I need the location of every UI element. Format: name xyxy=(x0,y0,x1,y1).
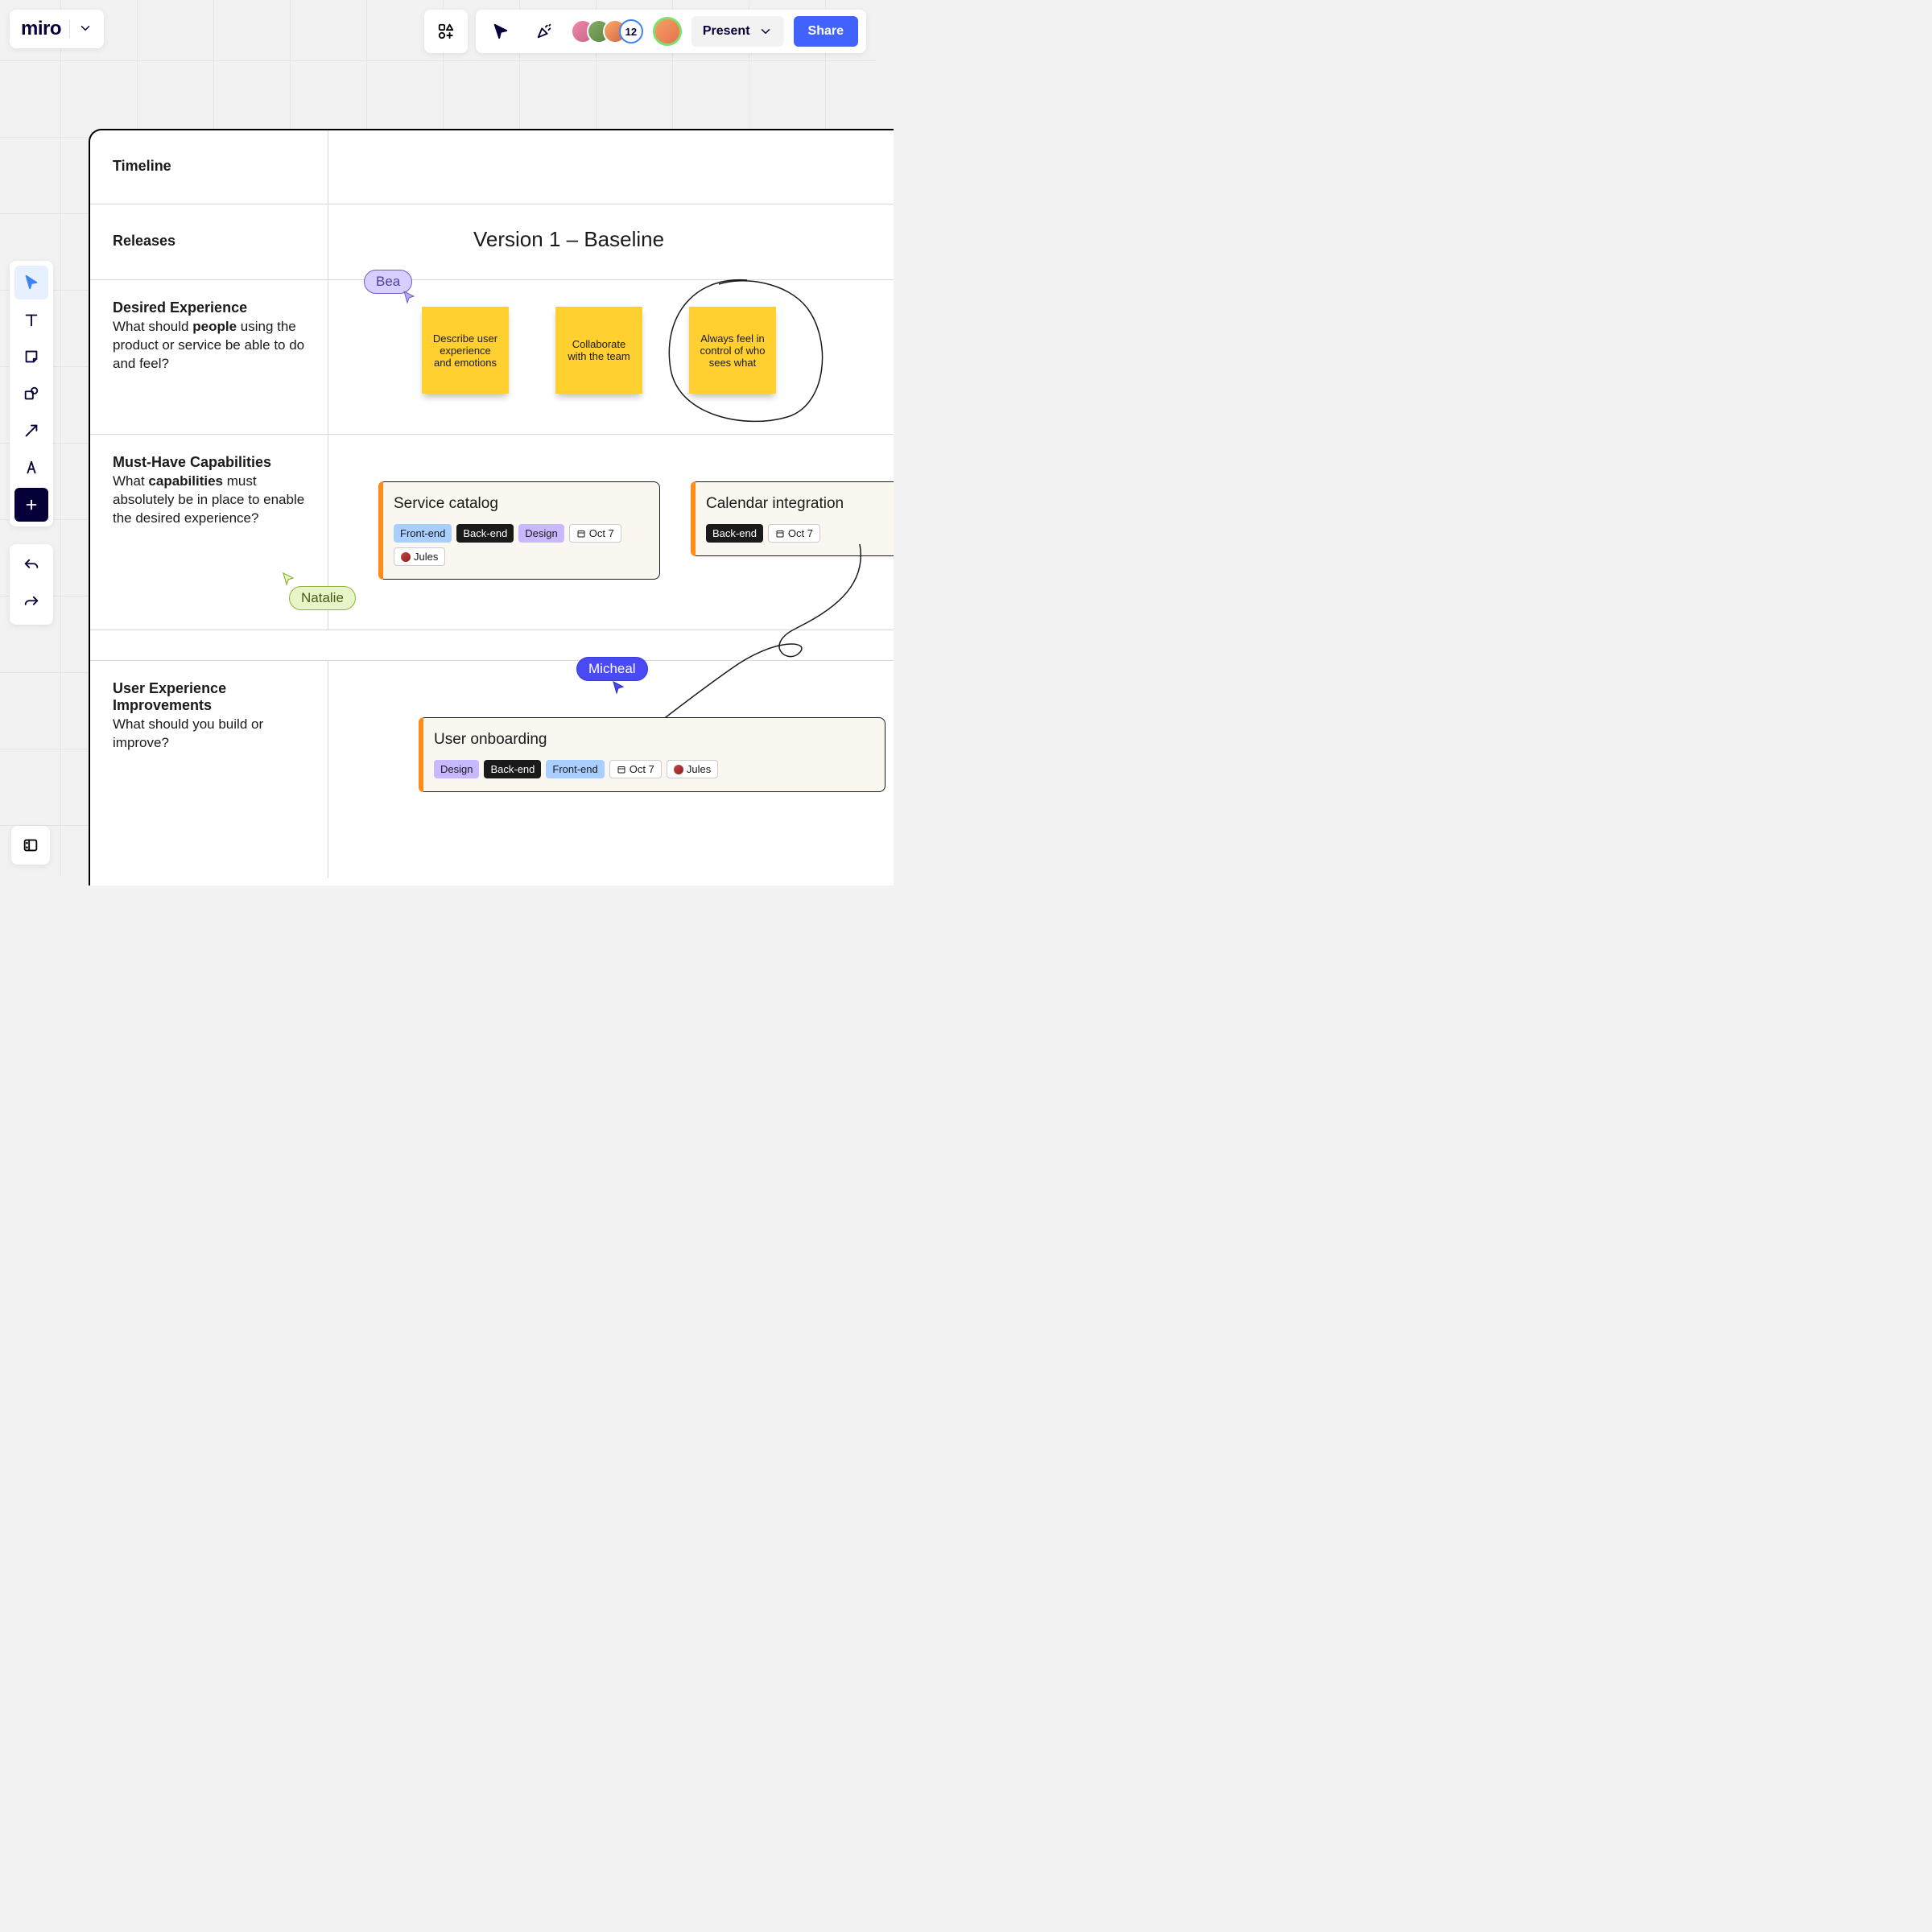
pen-icon xyxy=(23,459,40,477)
arrow-tool[interactable] xyxy=(14,414,48,448)
select-tool[interactable] xyxy=(14,266,48,299)
card-date: Oct 7 xyxy=(768,524,820,543)
brand-logo: miro xyxy=(21,18,61,40)
avatar-dot xyxy=(401,552,411,562)
collab-cluster: 12 Present Share xyxy=(476,10,866,53)
plus-icon xyxy=(23,496,40,514)
row-spacer xyxy=(90,630,894,661)
tag-frontend: Front-end xyxy=(394,524,452,543)
shapes-plus-icon xyxy=(437,23,455,40)
sticky-note[interactable]: Describe user experience and emotions xyxy=(422,307,509,394)
card-title: User onboarding xyxy=(434,731,870,749)
board-frame[interactable]: Timeline Releases Version 1 – Baseline D… xyxy=(89,129,894,886)
row-desc: What should you build or improve? xyxy=(113,716,305,753)
sticky-icon xyxy=(23,348,40,365)
text-icon xyxy=(23,311,40,328)
add-tool[interactable] xyxy=(14,488,48,522)
card-tags: Back-end Oct 7 xyxy=(706,524,894,543)
pointer-icon xyxy=(23,274,40,291)
divider xyxy=(69,20,70,38)
confetti-icon xyxy=(535,23,553,40)
tag-design: Design xyxy=(434,760,479,778)
row-ux: User Experience Improvements What should… xyxy=(90,661,894,878)
card-service-catalog[interactable]: Service catalog Front-end Back-end Desig… xyxy=(378,481,660,580)
card-tags: Front-end Back-end Design Oct 7 Jules xyxy=(394,524,645,566)
row-desc: What capabilities must absolutely be in … xyxy=(113,473,305,528)
undo-icon xyxy=(23,557,40,575)
calendar-icon xyxy=(617,765,626,774)
participant-avatars[interactable]: 12 xyxy=(571,19,643,43)
tag-design: Design xyxy=(518,524,564,543)
frames-icon xyxy=(22,836,39,854)
user-cursor-micheal: Micheal xyxy=(576,657,648,681)
shape-icon xyxy=(23,385,40,402)
arrow-icon xyxy=(23,422,40,440)
calendar-icon xyxy=(775,529,785,539)
pen-tool[interactable] xyxy=(14,451,48,485)
participant-count: 12 xyxy=(619,19,643,43)
cursor-icon xyxy=(492,23,510,40)
release-title: Version 1 – Baseline xyxy=(473,227,664,252)
chevron-down-icon xyxy=(78,21,93,38)
row-releases: Releases Version 1 – Baseline xyxy=(90,204,894,280)
undo-button[interactable] xyxy=(14,549,48,583)
card-date: Oct 7 xyxy=(569,524,621,543)
tag-backend: Back-end xyxy=(484,760,541,778)
present-label: Present xyxy=(703,24,750,39)
tag-backend: Back-end xyxy=(706,524,763,543)
history-toolbar xyxy=(10,544,53,625)
card-title: Service catalog xyxy=(394,495,645,513)
apps-button[interactable] xyxy=(424,10,468,53)
sticky-tool[interactable] xyxy=(14,340,48,374)
frames-panel-button[interactable] xyxy=(11,826,50,865)
row-title: Must-Have Capabilities xyxy=(113,454,305,471)
card-assignee: Jules xyxy=(667,760,718,778)
sticky-note[interactable]: Collaborate with the team xyxy=(555,307,642,394)
row-desc: What should people using the product or … xyxy=(113,318,305,374)
avatar-dot xyxy=(674,765,683,774)
row-title: Releases xyxy=(113,233,175,250)
card-date: Oct 7 xyxy=(609,760,662,778)
card-calendar-integration[interactable]: Calendar integration Back-end Oct 7 xyxy=(691,481,894,556)
shape-tool[interactable] xyxy=(14,377,48,411)
row-title: User Experience Improvements xyxy=(113,680,305,714)
cursor-pointer-icon xyxy=(402,290,417,304)
tag-backend: Back-end xyxy=(456,524,514,543)
present-button[interactable]: Present xyxy=(691,16,784,47)
reactions-button[interactable] xyxy=(527,14,561,48)
row-musthave: Must-Have Capabilities What capabilities… xyxy=(90,435,894,630)
redo-icon xyxy=(23,594,40,612)
text-tool[interactable] xyxy=(14,303,48,336)
tool-toolbar xyxy=(10,261,53,526)
card-assignee: Jules xyxy=(394,547,445,566)
sticky-note[interactable]: Always feel in control of who sees what xyxy=(689,307,776,394)
redo-button[interactable] xyxy=(14,586,48,620)
topbar: 12 Present Share xyxy=(424,10,866,53)
calendar-icon xyxy=(576,529,586,539)
cursor-mode-button[interactable] xyxy=(484,14,518,48)
self-avatar[interactable] xyxy=(653,17,682,46)
card-title: Calendar integration xyxy=(706,495,894,513)
share-button[interactable]: Share xyxy=(794,16,858,47)
row-title: Timeline xyxy=(113,158,171,175)
card-user-onboarding[interactable]: User onboarding Design Back-end Front-en… xyxy=(419,717,886,792)
tag-frontend: Front-end xyxy=(546,760,604,778)
user-cursor-natalie: Natalie xyxy=(289,586,356,610)
row-timeline: Timeline xyxy=(90,130,894,204)
chevron-down-icon xyxy=(758,24,773,39)
row-title: Desired Experience xyxy=(113,299,305,316)
card-tags: Design Back-end Front-end Oct 7 Jules xyxy=(434,760,870,778)
cursor-pointer-icon xyxy=(612,680,626,695)
share-label: Share xyxy=(808,24,844,38)
row-desired: Desired Experience What should people us… xyxy=(90,280,894,435)
board-menu[interactable]: miro xyxy=(10,10,104,48)
cursor-pointer-icon xyxy=(282,572,296,586)
